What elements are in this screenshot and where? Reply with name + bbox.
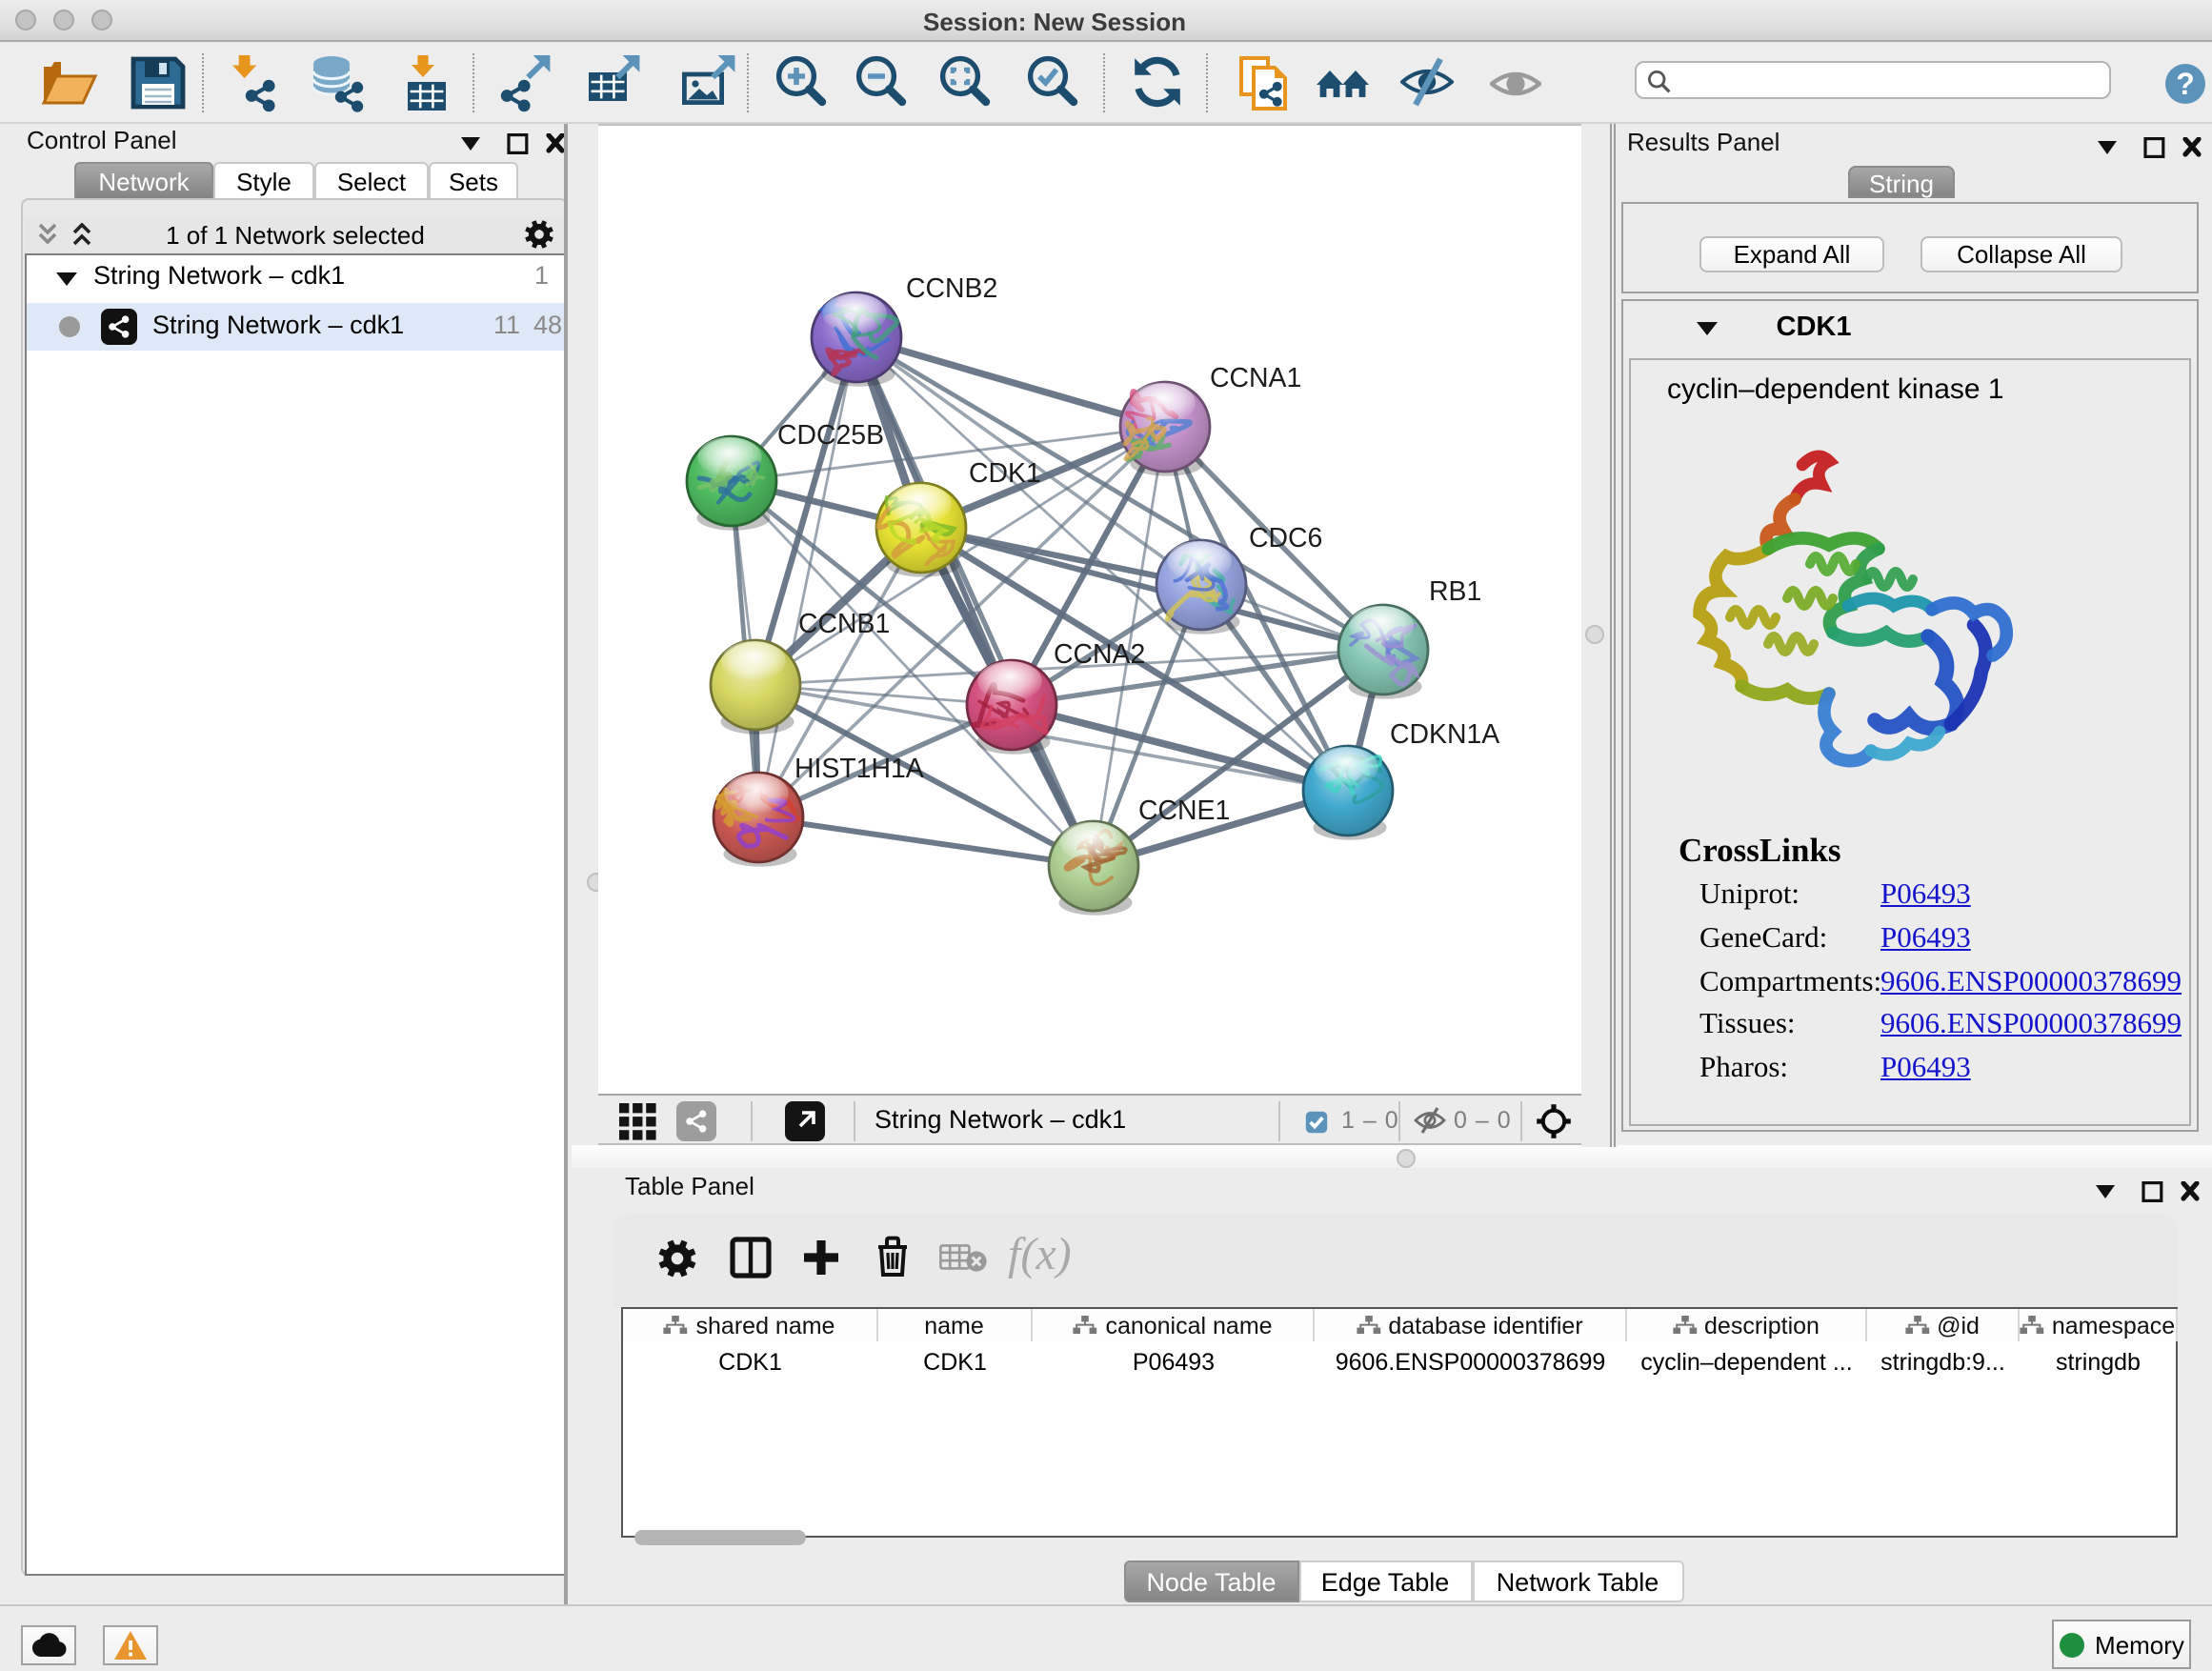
svg-text:HIST1H1A: HIST1H1A: [794, 754, 924, 784]
svg-text:CCNB1: CCNB1: [798, 609, 890, 639]
svg-text:CCNA1: CCNA1: [1210, 363, 1301, 393]
svg-text:CCNA2: CCNA2: [1054, 639, 1145, 670]
svg-text:CDK1: CDK1: [969, 458, 1041, 489]
svg-text:CCNE1: CCNE1: [1138, 795, 1230, 826]
svg-text:CDKN1A: CDKN1A: [1390, 719, 1499, 750]
svg-text:?: ?: [2176, 67, 2195, 101]
svg-text:CDC25B: CDC25B: [777, 420, 884, 451]
svg-text:CCNB2: CCNB2: [906, 273, 997, 304]
svg-text:RB1: RB1: [1429, 576, 1481, 607]
svg-text:CDC6: CDC6: [1249, 523, 1322, 554]
